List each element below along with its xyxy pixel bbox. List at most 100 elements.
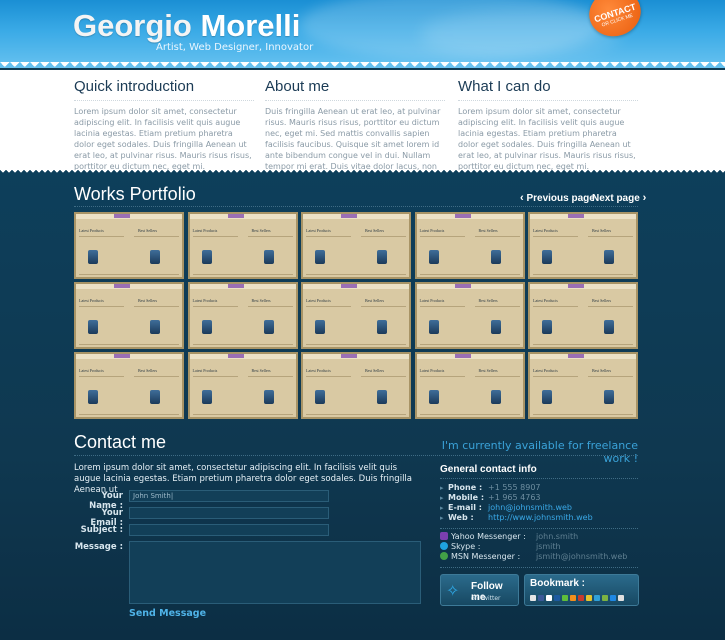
thumb-line [361,236,406,237]
intro-column-quick: Quick introduction Lorem ipsum dolor sit… [74,78,254,172]
thumb-line [192,236,238,237]
live-icon[interactable] [610,595,616,601]
rss-icon[interactable] [570,595,576,601]
thumb-line [306,344,406,345]
bullet-icon: ▸ [440,484,444,492]
thumb-line [306,236,351,237]
thumb-line [361,376,406,377]
thumb-product-image [490,320,501,334]
thumb-line [419,236,465,237]
thumb-right-heading: Best Sellers [365,228,384,233]
name-input[interactable]: John Smith| [129,490,329,502]
thumb-right-heading: Best Sellers [592,368,611,373]
thumb-line [79,306,124,307]
intro-heading: Quick introduction [74,78,254,101]
send-message-button[interactable]: Send Message [129,608,206,619]
thumb-left-heading: Latest Products [419,368,445,373]
digg-icon[interactable] [538,595,544,601]
intro-column-what: What I can do Lorem ipsum dolor sit amet… [458,78,638,172]
next-page-link[interactable]: Next page › [592,192,646,204]
portfolio-thumbnail[interactable]: Latest Products Best Sellers [414,352,525,419]
intro-text: Lorem ipsum dolor sit amet, consectetur … [458,107,636,171]
portfolio-thumbnail[interactable]: Latest Products Best Sellers [528,282,638,349]
email-link[interactable]: john@johnsmith.web [488,503,572,513]
thumb-left-heading: Latest Products [306,368,331,373]
thumb-line [533,414,633,415]
portfolio-thumbnail[interactable]: Latest Products Best Sellers [414,212,525,279]
previous-page-label: Previous page [526,193,595,204]
next-page-label: Next page [592,193,640,204]
message-textarea[interactable] [129,541,421,604]
portfolio-thumbnail[interactable]: Latest Products Best Sellers [74,352,184,419]
thumb-product-image [490,250,501,264]
thumb-product-image [604,250,614,264]
portfolio-thumbnail[interactable]: Latest Products Best Sellers [301,212,411,279]
portfolio-thumbnail[interactable]: Latest Products Best Sellers [187,212,298,279]
lower-zigzag-edge [0,170,725,176]
yahoo-value: john.smith [536,532,579,541]
thumb-tag [341,214,357,218]
intro-heading: About me [265,78,445,101]
portfolio-thumbnail[interactable]: Latest Products Best Sellers [74,212,184,279]
portfolio-thumbnail[interactable]: Latest Products Best Sellers [528,352,638,419]
on-twitter-label: on Twitter [471,595,501,602]
messenger-divider [440,528,638,529]
email-share-icon[interactable] [618,595,624,601]
thumb-product-image [150,250,160,264]
facebook-icon[interactable] [554,595,560,601]
thumb-left-heading: Latest Products [533,368,558,373]
thumb-line [474,376,520,377]
portfolio-thumbnail[interactable]: Latest Products Best Sellers [187,282,298,349]
technorati-icon[interactable] [594,595,600,601]
twitter-follow-button[interactable]: ✧ Follow me on Twitter [440,574,519,606]
thumb-line [134,306,179,307]
thumb-left-heading: Latest Products [533,228,558,233]
thumb-product-image [315,250,325,264]
thumb-line [419,344,520,345]
stumbleupon-icon[interactable] [546,595,552,601]
google-icon[interactable] [578,595,584,601]
phone-value: +1 555 8907 [488,483,541,492]
reddit-icon[interactable] [562,595,568,601]
web-label: Web : [448,513,474,522]
thumb-right-heading: Best Sellers [365,298,384,303]
subject-input[interactable] [129,524,329,536]
bookmark-panel: Bookmark : [524,574,639,606]
thumb-line [306,414,406,415]
portfolio-divider [74,206,638,207]
portfolio-thumbnail[interactable]: Latest Products Best Sellers [301,282,411,349]
thumb-line [419,376,465,377]
thumb-left-heading: Latest Products [533,298,558,303]
thumb-line [79,344,179,345]
thumb-line [419,306,465,307]
portfolio-thumbnail[interactable]: Latest Products Best Sellers [528,212,638,279]
previous-page-link[interactable]: ‹ Previous page [520,192,595,204]
twitter-bird-icon: ✧ [446,581,460,600]
yahoo-bookmark-icon[interactable] [586,595,592,601]
portfolio-thumbnail[interactable]: Latest Products Best Sellers [74,282,184,349]
email-input[interactable] [129,507,329,519]
web-link[interactable]: http://www.johnsmith.web [488,513,593,523]
thumb-tag [568,354,584,358]
thumb-line [247,236,293,237]
thumb-right-heading: Best Sellers [592,298,611,303]
thumb-left-heading: Latest Products [79,368,104,373]
msn-value: jsmith@johnsmith.web [536,552,628,561]
subject-label: Subject : [80,525,123,535]
intro-text: Duis fringilla Aenean ut erat leo, at pu… [265,107,441,171]
thumb-line [134,236,179,237]
thumb-line [192,344,293,345]
portfolio-thumbnail[interactable]: Latest Products Best Sellers [301,352,411,419]
thumb-product-image [315,320,325,334]
portfolio-thumbnail[interactable]: Latest Products Best Sellers [187,352,298,419]
thumb-left-heading: Latest Products [192,368,218,373]
thumb-tag [341,354,357,358]
portfolio-thumbnail[interactable]: Latest Products Best Sellers [414,282,525,349]
thumb-tag [227,214,244,218]
thumb-line [533,236,578,237]
mixx-icon[interactable] [602,595,608,601]
thumb-right-heading: Best Sellers [138,228,157,233]
delicious-icon[interactable] [530,595,536,601]
thumb-right-heading: Best Sellers [138,298,157,303]
mobile-value: +1 965 4763 [488,493,541,502]
